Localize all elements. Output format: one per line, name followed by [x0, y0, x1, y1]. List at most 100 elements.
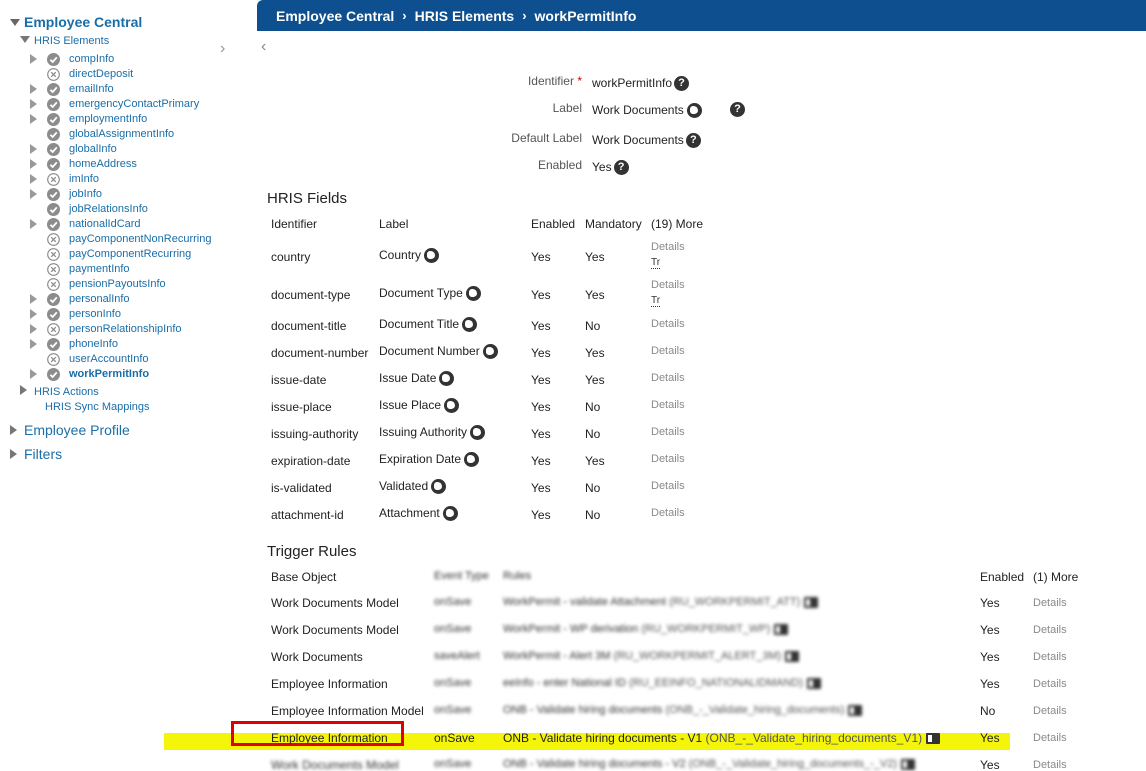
chevron-right-icon[interactable] — [30, 84, 38, 94]
sidebar-item-label[interactable]: directDeposit — [69, 68, 133, 81]
breadcrumb-item[interactable]: Employee Central — [276, 8, 394, 24]
chevron-right-icon[interactable] — [30, 144, 38, 154]
details-link[interactable]: Details — [651, 279, 685, 291]
details-link[interactable]: Details — [1033, 678, 1067, 690]
rule-name[interactable]: ONB - Validate hiring documents - V2 — [503, 758, 686, 770]
rule-name[interactable]: WorkPermit - WP derivation — [503, 623, 638, 635]
sidebar-item-label[interactable]: employmentInfo — [69, 113, 147, 126]
chevron-right-icon[interactable] — [30, 309, 38, 319]
chevron-right-icon[interactable] — [10, 425, 24, 438]
sidebar-item-label[interactable]: globalInfo — [69, 143, 117, 156]
chevron-right-icon[interactable] — [30, 294, 38, 304]
rule-link[interactable]: eeInfo - enter National ID (RU_EEINFO_NA… — [503, 677, 821, 689]
sidebar-item-label[interactable]: HRIS Sync Mappings — [45, 401, 150, 413]
sidebar-root-label[interactable]: Filters — [24, 446, 62, 462]
sidebar-item-label[interactable]: jobInfo — [69, 188, 102, 201]
globe-icon[interactable] — [431, 479, 447, 495]
rule-card-icon[interactable] — [804, 596, 819, 608]
sidebar-item-label[interactable]: paymentInfo — [69, 263, 130, 276]
sidebar-item-hris-actions[interactable]: HRIS Actions — [20, 385, 99, 398]
rule-name[interactable]: WorkPermit - Alert 3M — [503, 650, 610, 662]
rule-link[interactable]: ONB - Validate hiring documents - V1 (ON… — [503, 731, 941, 745]
sidebar-root-filters[interactable]: Filters — [10, 446, 62, 462]
rule-card-icon[interactable] — [926, 733, 941, 745]
globe-icon[interactable] — [465, 286, 481, 302]
details-link[interactable]: Details — [651, 480, 685, 492]
chevron-right-icon[interactable] — [30, 174, 38, 184]
globe-icon[interactable] — [442, 506, 458, 522]
help-icon[interactable]: ? — [685, 133, 701, 149]
help-icon[interactable]: ? — [730, 102, 745, 117]
globe-icon[interactable] — [439, 371, 455, 387]
globe-icon[interactable] — [444, 398, 460, 414]
details-link[interactable]: Details — [1033, 732, 1067, 744]
globe-icon[interactable] — [470, 425, 486, 441]
sidebar-item-label[interactable]: nationalIdCard — [69, 218, 141, 231]
rule-card-icon[interactable] — [785, 650, 800, 662]
chevron-right-icon[interactable] — [10, 449, 24, 462]
details-link[interactable]: Details — [651, 507, 685, 519]
chevron-down-icon[interactable] — [20, 36, 34, 46]
details-link[interactable]: Details — [651, 318, 685, 330]
chevron-down-icon[interactable] — [10, 19, 24, 30]
sidebar-item-label[interactable]: payComponentNonRecurring — [69, 233, 211, 246]
rule-name[interactable]: ONB - Validate hiring documents — [503, 704, 662, 716]
translation-link[interactable]: Tr — [651, 296, 661, 307]
details-link[interactable]: Details — [1033, 759, 1067, 771]
translation-link[interactable]: Tr — [651, 258, 661, 269]
rule-name[interactable]: ONB - Validate hiring documents - V1 — [503, 731, 702, 745]
details-link[interactable]: Details — [651, 345, 685, 357]
rule-name[interactable]: eeInfo - enter National ID — [503, 677, 626, 689]
globe-icon[interactable] — [482, 344, 498, 360]
details-link[interactable]: Details — [1033, 705, 1067, 717]
chevron-right-icon[interactable] — [20, 385, 34, 397]
rule-name[interactable]: WorkPermit - validate Attachment — [503, 596, 666, 608]
details-link[interactable]: Details — [1033, 597, 1067, 609]
sidebar-sub-hris-elements[interactable]: HRIS Elements — [20, 35, 109, 47]
globe-icon[interactable] — [424, 248, 440, 264]
details-link[interactable]: Details — [651, 399, 685, 411]
sidebar-item-label[interactable]: personRelationshipInfo — [69, 323, 182, 336]
sidebar-root-employee-central[interactable]: Employee Central — [10, 14, 142, 30]
rule-link[interactable]: WorkPermit - WP derivation (RU_WORKPERMI… — [503, 623, 789, 635]
rule-link[interactable]: WorkPermit - validate Attachment (RU_WOR… — [503, 596, 819, 608]
chevron-right-icon[interactable] — [30, 369, 38, 379]
sidebar-item-label[interactable]: workPermitInfo — [69, 368, 149, 381]
details-link[interactable]: Details — [651, 241, 685, 253]
sidebar-item-label[interactable]: payComponentRecurring — [69, 248, 191, 261]
help-icon[interactable]: ? — [613, 160, 629, 176]
sidebar-item-label[interactable]: personInfo — [69, 308, 121, 321]
sidebar-item-label[interactable]: compInfo — [69, 53, 114, 66]
chevron-right-icon[interactable] — [30, 114, 38, 124]
sidebar-root-label[interactable]: Employee Central — [24, 14, 142, 30]
details-link[interactable]: Details — [651, 372, 685, 384]
rule-card-icon[interactable] — [900, 758, 915, 770]
rule-card-icon[interactable] — [774, 623, 789, 635]
sidebar-item-label[interactable]: jobRelationsInfo — [69, 203, 148, 216]
details-link[interactable]: Details — [1033, 624, 1067, 636]
col-header-more[interactable]: (19) More — [651, 217, 703, 231]
chevron-right-icon[interactable] — [30, 324, 38, 334]
sidebar-item-label[interactable]: userAccountInfo — [69, 353, 149, 366]
details-link[interactable]: Details — [651, 426, 685, 438]
breadcrumb-item[interactable]: HRIS Elements — [415, 8, 515, 24]
chevron-right-icon[interactable] — [30, 189, 38, 199]
rule-link[interactable]: ONB - Validate hiring documents (ONB_-_V… — [503, 704, 863, 716]
details-link[interactable]: Details — [651, 453, 685, 465]
help-icon[interactable]: ? — [674, 76, 690, 92]
chevron-right-icon[interactable] — [30, 159, 38, 169]
globe-icon[interactable] — [464, 452, 480, 468]
chevron-right-icon[interactable] — [30, 99, 38, 109]
sidebar-item-label[interactable]: emergencyContactPrimary — [69, 98, 199, 111]
sidebar-item-label[interactable]: homeAddress — [69, 158, 137, 171]
col-header-more[interactable]: (1) More — [1033, 570, 1078, 584]
globe-icon[interactable] — [686, 103, 702, 119]
globe-icon[interactable] — [462, 317, 478, 333]
sidebar-item-label[interactable]: phoneInfo — [69, 338, 118, 351]
sidebar-item-label[interactable]: HRIS Actions — [34, 386, 99, 398]
chevron-right-icon[interactable] — [30, 219, 38, 229]
rule-card-icon[interactable] — [848, 704, 863, 716]
sidebar-item-label[interactable]: globalAssignmentInfo — [69, 128, 174, 141]
sidebar-root-employee-profile[interactable]: Employee Profile — [10, 422, 130, 438]
sidebar-item-label[interactable]: personalInfo — [69, 293, 130, 306]
